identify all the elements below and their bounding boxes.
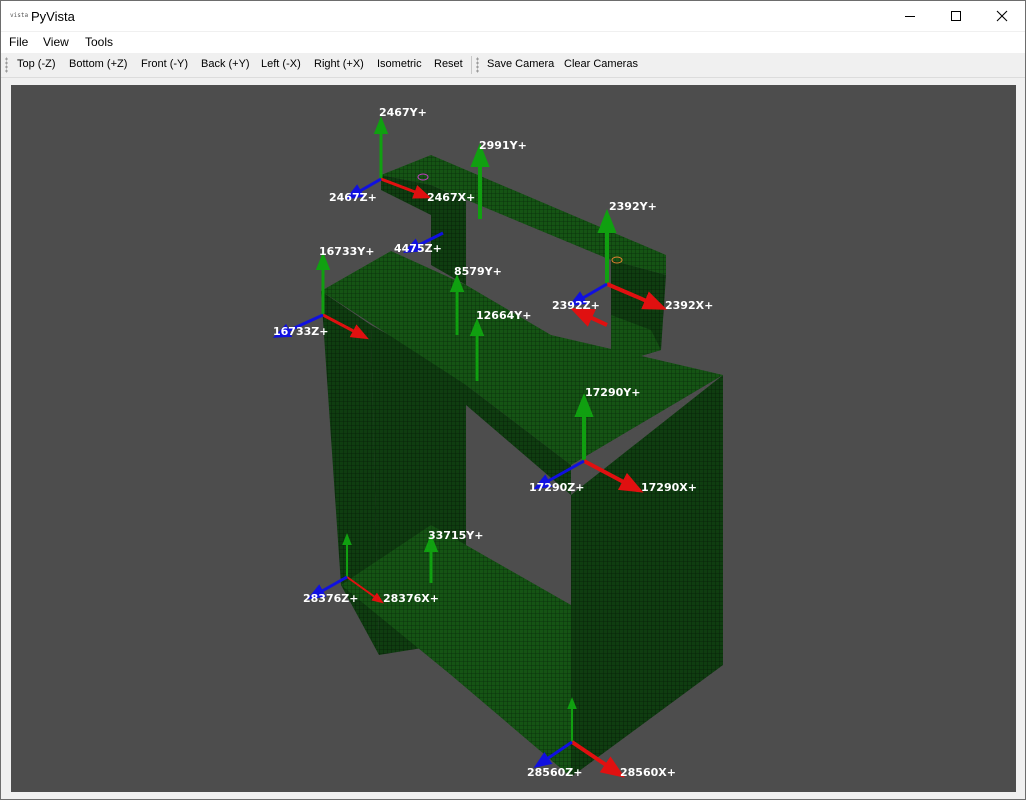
status-bar bbox=[1, 792, 1025, 799]
label-16733-z: 16733Z+ bbox=[273, 325, 328, 338]
label-33715-y: 33715Y+ bbox=[428, 529, 483, 542]
minimize-icon bbox=[905, 16, 915, 17]
label-2991-y: 2991Y+ bbox=[479, 139, 527, 152]
toolbar-grip-2[interactable] bbox=[476, 57, 479, 73]
label-2467-x: 2467X+ bbox=[427, 191, 475, 204]
render-viewport[interactable]: 2467Y+ 2467Z+ 2467X+ 2991Y+ 4475Z+ 2392Y… bbox=[11, 85, 1016, 792]
label-2392-y: 2392Y+ bbox=[609, 200, 657, 213]
menu-tools[interactable]: Tools bbox=[85, 35, 113, 49]
top-view-button[interactable]: Top (-Z) bbox=[17, 58, 56, 70]
close-button[interactable] bbox=[979, 1, 1025, 31]
window-title: PyVista bbox=[31, 9, 75, 24]
menu-file[interactable]: File bbox=[9, 35, 28, 49]
menu-bar: File View Tools bbox=[1, 32, 1025, 53]
label-28376-x: 28376X+ bbox=[383, 592, 439, 605]
save-camera-button[interactable]: Save Camera bbox=[487, 58, 554, 70]
label-28376-z: 28376Z+ bbox=[303, 592, 358, 605]
clear-cameras-button[interactable]: Clear Cameras bbox=[564, 58, 638, 70]
title-bar[interactable]: vista PyVista bbox=[1, 1, 1025, 31]
camera-toolbar: Top (-Z) Bottom (+Z) Front (-Y) Back (+Y… bbox=[1, 53, 1025, 78]
label-2392-x: 2392X+ bbox=[665, 299, 713, 312]
label-17290-x: 17290X+ bbox=[641, 481, 697, 494]
label-8579-y: 8579Y+ bbox=[454, 265, 502, 278]
mesh-model bbox=[321, 155, 723, 777]
bottom-view-button[interactable]: Bottom (+Z) bbox=[69, 58, 127, 70]
scene-svg: 2467Y+ 2467Z+ 2467X+ 2991Y+ 4475Z+ 2392Y… bbox=[272, 106, 723, 779]
pyvista-window: vista PyVista File View Tools Top (-Z) B… bbox=[0, 0, 1026, 800]
toolbar-grip[interactable] bbox=[5, 57, 8, 73]
label-17290-y: 17290Y+ bbox=[585, 386, 640, 399]
right-view-button[interactable]: Right (+X) bbox=[314, 58, 364, 70]
label-28560-x: 28560X+ bbox=[620, 766, 676, 779]
maximize-button[interactable] bbox=[933, 1, 979, 31]
close-icon bbox=[996, 10, 1008, 22]
label-16733-y: 16733Y+ bbox=[319, 245, 374, 258]
maximize-icon bbox=[951, 11, 961, 21]
mesh-base-plate bbox=[341, 525, 571, 777]
label-2392-z: 2392Z+ bbox=[552, 299, 600, 312]
mesh-upper-bridge bbox=[381, 155, 666, 275]
menu-view[interactable]: View bbox=[43, 35, 69, 49]
minimize-button[interactable] bbox=[887, 1, 933, 31]
label-4475-z: 4475Z+ bbox=[394, 242, 442, 255]
toolbar-separator bbox=[471, 56, 472, 74]
isometric-view-button[interactable]: Isometric bbox=[377, 58, 422, 70]
triad-4475: 4475Z+ bbox=[394, 231, 444, 255]
reset-camera-button[interactable]: Reset bbox=[434, 58, 463, 70]
back-view-button[interactable]: Back (+Y) bbox=[201, 58, 250, 70]
label-17290-z: 17290Z+ bbox=[529, 481, 584, 494]
label-12664-y: 12664Y+ bbox=[476, 309, 531, 322]
left-view-button[interactable]: Left (-X) bbox=[261, 58, 301, 70]
app-icon: vista bbox=[10, 12, 29, 19]
label-2467-z: 2467Z+ bbox=[329, 191, 377, 204]
label-28560-z: 28560Z+ bbox=[527, 766, 582, 779]
front-view-button[interactable]: Front (-Y) bbox=[141, 58, 188, 70]
label-2467-y: 2467Y+ bbox=[379, 106, 427, 119]
